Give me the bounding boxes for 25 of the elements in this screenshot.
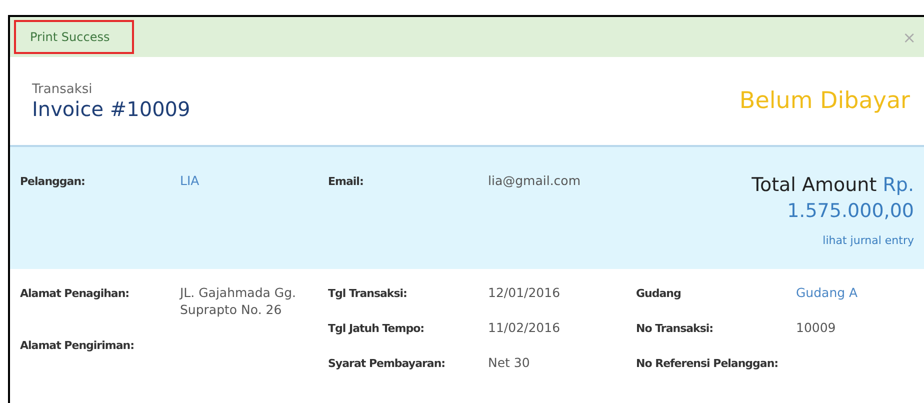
field-link[interactable]: Gudang A <box>796 285 906 302</box>
field-link[interactable]: LIA <box>180 173 328 190</box>
page-subtitle: Transaksi <box>32 82 94 96</box>
field-label: Pelanggan: <box>20 174 86 188</box>
field-label: Alamat Penagihan: <box>20 286 130 300</box>
field-value: 10009 <box>796 320 837 337</box>
field-value: lia@gmail.com <box>488 173 582 190</box>
invoice-title: Invoice #10009 <box>32 96 190 120</box>
field-value: JL. Gajahmada Gg. Suprapto No. 26 <box>180 285 297 319</box>
alert-message: Print Success <box>14 20 134 54</box>
close-button[interactable]: × <box>902 28 916 46</box>
field-value: Net 30 <box>488 354 531 372</box>
field-value: 12/01/2016 <box>488 285 562 302</box>
field-label: Tgl Jatuh Tempo: <box>328 320 426 335</box>
field-label: No Referensi Pelanggan: <box>636 356 780 370</box>
journal-link[interactable]: lihat jurnal entry <box>822 234 914 248</box>
field-label: Syarat Pembayaran: <box>328 356 446 370</box>
payment-status: Belum Dibayar <box>739 88 910 114</box>
field-label: Alamat Pengiriman: <box>20 338 135 352</box>
field-label: No Transaksi: <box>636 320 714 335</box>
field-value: 11/02/2016 <box>488 320 562 337</box>
field-label: Tgl Transaksi: <box>328 286 408 300</box>
total-amount: Total Amount Rp. 1.575.000,00 <box>750 173 914 224</box>
field-label: Gudang <box>636 286 682 300</box>
field-label: Email: <box>328 174 364 188</box>
